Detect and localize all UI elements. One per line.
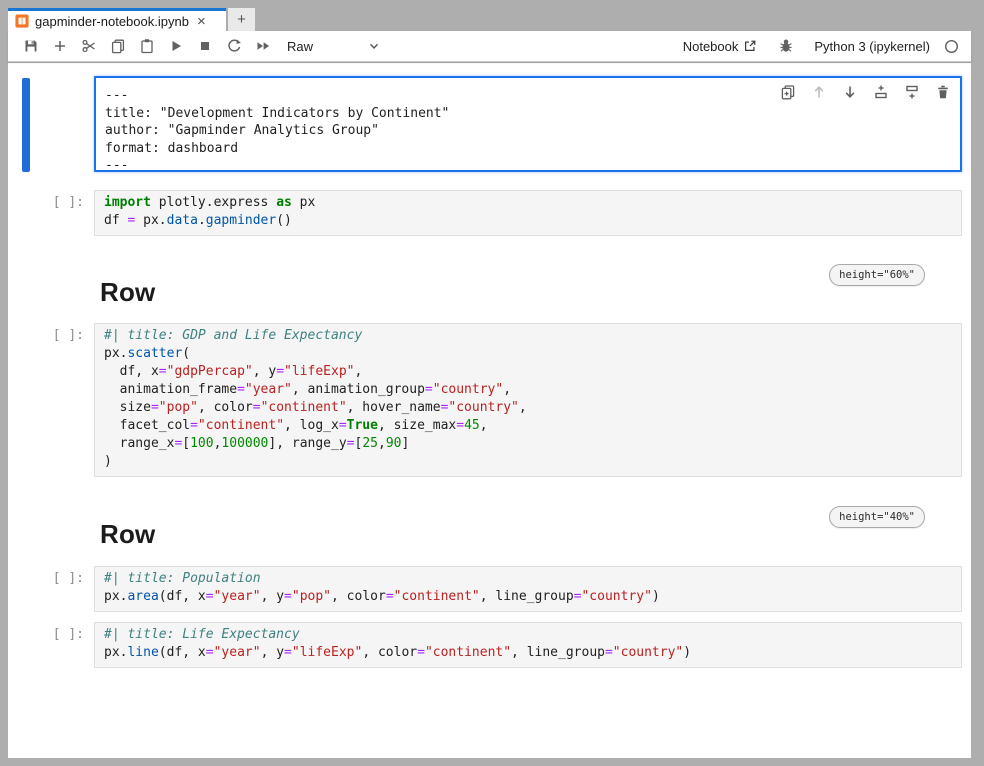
open-in-notebook-button[interactable]: Notebook [683, 39, 758, 54]
stop-icon [197, 38, 213, 54]
height-badge: height="40%" [829, 506, 925, 528]
code-line: import plotly.express as px [104, 194, 953, 212]
code-line: size="pop", color="continent", hover_nam… [104, 399, 953, 417]
paste-cells-button[interactable] [132, 34, 161, 58]
debugger-toggle-button[interactable] [771, 34, 800, 58]
restart-run-all-button[interactable] [248, 34, 277, 58]
code-line: #| title: Population [104, 570, 953, 588]
code-line: #| title: Life Expectancy [104, 626, 953, 644]
external-link-icon [743, 39, 757, 53]
kernel-status-icon [944, 39, 959, 54]
code-editor[interactable]: import plotly.express as px df = px.data… [94, 190, 962, 236]
code-cell-import: [ ]: import plotly.express as px df = px… [8, 190, 971, 236]
chevron-down-icon [367, 39, 381, 53]
run-icon [168, 38, 184, 54]
insert-cell-above-button[interactable] [872, 83, 890, 101]
toolbar-right: Notebook Python 3 (ipykernel) [683, 34, 959, 58]
duplicate-icon [780, 84, 796, 100]
cell-type-dropdown[interactable]: Raw [287, 39, 381, 54]
insert-below-icon [904, 84, 920, 100]
restart-icon [226, 38, 242, 54]
delete-cell-button[interactable] [934, 83, 952, 101]
plus-icon [52, 38, 68, 54]
new-tab-button[interactable]: + [228, 8, 255, 31]
code-line: px.area(df, x="year", y="pop", color="co… [104, 588, 953, 606]
paste-icon [139, 38, 155, 54]
insert-cell-button[interactable] [45, 34, 74, 58]
duplicate-cell-button[interactable] [779, 83, 797, 101]
cell-prompt: [ ]: [8, 622, 94, 642]
cell-toolbar [779, 83, 952, 101]
cell-prompt: [ ]: [8, 566, 94, 586]
code-line: px.line(df, x="year", y="lifeExp", color… [104, 644, 953, 662]
code-line: animation_frame="year", animation_group=… [104, 381, 953, 399]
cut-icon [81, 38, 97, 54]
cell-collapser[interactable] [22, 78, 30, 172]
move-cell-up-button[interactable] [810, 83, 828, 101]
bug-icon [778, 38, 794, 54]
code-line: px.scatter( [104, 345, 953, 363]
cell-prompt: [ ]: [8, 323, 94, 343]
code-cell-lifeexp: [ ]: #| title: Life Expectancy px.line(d… [8, 622, 971, 668]
fast-forward-icon [255, 38, 271, 54]
cell-prompt: [ ]: [8, 190, 94, 210]
move-cell-down-button[interactable] [841, 83, 859, 101]
code-cell-scatter: [ ]: #| title: GDP and Life Expectancy p… [8, 323, 971, 477]
notebook-link-label: Notebook [683, 39, 739, 54]
copy-cells-button[interactable] [103, 34, 132, 58]
raw-line: title: "Development Indicators by Contin… [105, 105, 950, 123]
run-cell-button[interactable] [161, 34, 190, 58]
notebook-panel: --- title: "Development Indicators by Co… [8, 63, 971, 758]
raw-line: author: "Gapminder Analytics Group" [105, 122, 950, 140]
save-icon [23, 38, 39, 54]
notebook-toolbar: Raw Notebook Python 3 (ipykernel) [8, 31, 971, 62]
code-line: range_x=[100,100000], range_y=[25,90] [104, 435, 953, 453]
arrow-up-icon [811, 84, 827, 100]
raw-line: --- [105, 157, 950, 175]
tab-close-icon[interactable]: × [197, 14, 206, 29]
raw-frontmatter-cell[interactable]: --- title: "Development Indicators by Co… [94, 76, 962, 172]
code-line: df = px.data.gapminder() [104, 212, 953, 230]
notebook-file-icon [15, 14, 29, 28]
code-line: df, x="gdpPercap", y="lifeExp", [104, 363, 953, 381]
trash-icon [935, 84, 951, 100]
code-editor[interactable]: #| title: GDP and Life Expectancy px.sca… [94, 323, 962, 477]
code-cell-population: [ ]: #| title: Population px.area(df, x=… [8, 566, 971, 612]
code-line: facet_col="continent", log_x=True, size_… [104, 417, 953, 435]
restart-kernel-button[interactable] [219, 34, 248, 58]
raw-line: format: dashboard [105, 140, 950, 158]
tab-title: gapminder-notebook.ipynb [35, 14, 189, 29]
cut-cells-button[interactable] [74, 34, 103, 58]
code-line: #| title: GDP and Life Expectancy [104, 327, 953, 345]
save-button[interactable] [16, 34, 45, 58]
code-editor[interactable]: #| title: Population px.area(df, x="year… [94, 566, 962, 612]
markdown-cell-row1: height="60%" Row [8, 264, 971, 308]
height-badge: height="60%" [829, 264, 925, 286]
arrow-down-icon [842, 84, 858, 100]
interrupt-kernel-button[interactable] [190, 34, 219, 58]
tab-gapminder-notebook[interactable]: gapminder-notebook.ipynb × [8, 8, 226, 31]
copy-icon [110, 38, 126, 54]
tab-bar: gapminder-notebook.ipynb × + [8, 8, 971, 31]
insert-cell-below-button[interactable] [903, 83, 921, 101]
kernel-name-button[interactable]: Python 3 (ipykernel) [814, 39, 930, 54]
insert-above-icon [873, 84, 889, 100]
jupyterlab-window: { "colors": { "frame_gray": "#aeaeae", "… [0, 0, 984, 766]
code-line: ) [104, 453, 953, 471]
cell-type-value: Raw [287, 39, 313, 54]
markdown-cell-row2: height="40%" Row [8, 506, 971, 550]
code-editor[interactable]: #| title: Life Expectancy px.line(df, x=… [94, 622, 962, 668]
